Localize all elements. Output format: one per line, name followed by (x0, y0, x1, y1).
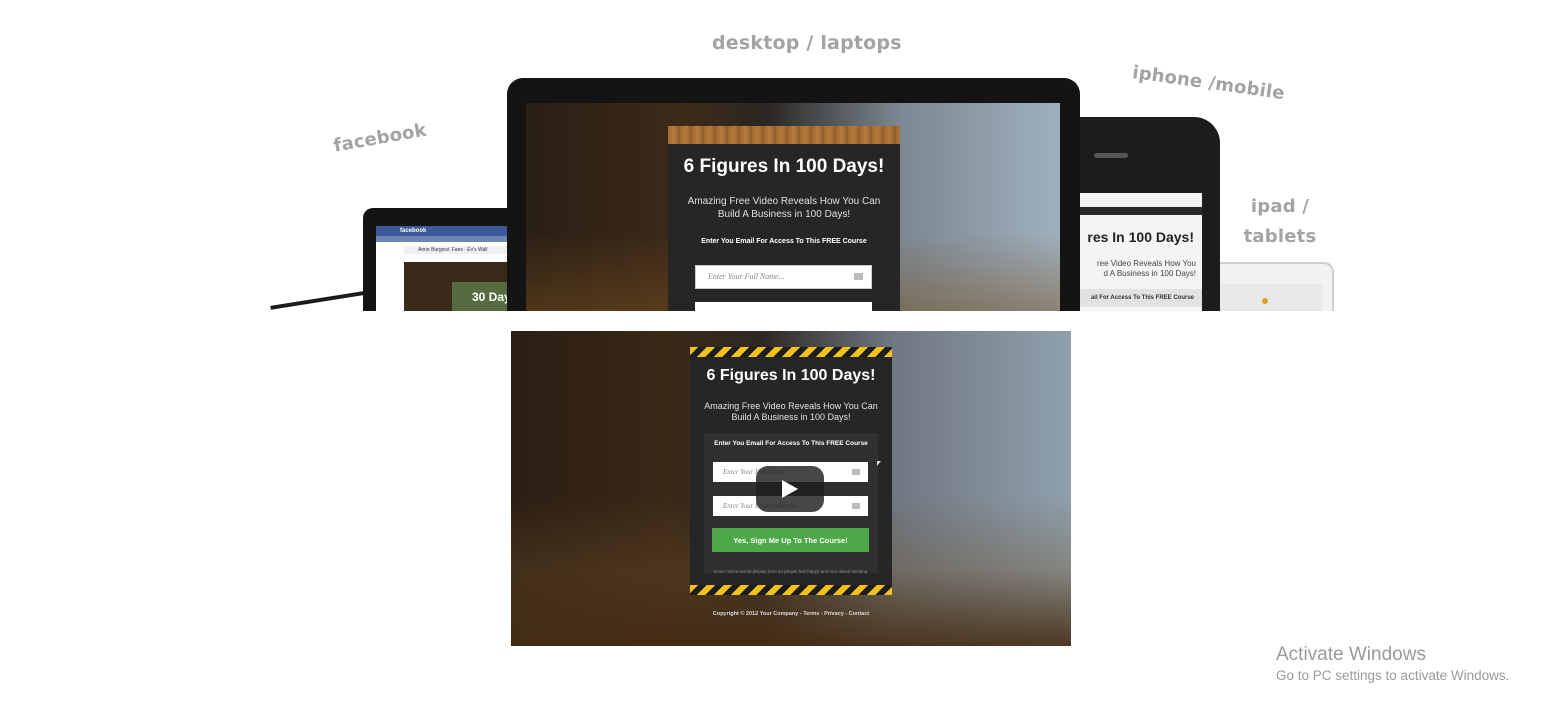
iphone-speaker (1094, 153, 1128, 158)
video-subhead: Amazing Free Video Reveals How You Can B… (704, 401, 878, 422)
desktop-headline: 6 Figures In 100 Days! (683, 156, 885, 177)
desktop-form-caption: Enter You Email For Access To This FREE … (701, 238, 867, 245)
envelope-icon (852, 503, 860, 509)
ipad-screen (1212, 284, 1322, 311)
facebook-subbar (376, 236, 516, 242)
facebook-topbar: facebook (376, 226, 516, 236)
iphone-screen: res In 100 Days! ree Video Reveals How Y… (1060, 193, 1202, 311)
laptop-base (270, 290, 370, 310)
desktop-subhead: Amazing Free Video Reveals How You Can B… (687, 196, 881, 220)
desktop-optin-board: 6 Figures In 100 Days! Amazing Free Vide… (668, 126, 900, 311)
watermark-subtitle: Go to PC settings to activate Windows. (1276, 668, 1510, 683)
wood-header (668, 126, 900, 144)
user-icon (854, 273, 863, 280)
video-player[interactable]: 6 Figures In 100 Days! Amazing Free Vide… (511, 331, 1071, 646)
desktop-email-field (695, 302, 872, 311)
form-caption: Enter You Email For Access To This FREE … (714, 440, 868, 447)
iphone-subhead: ree Video Reveals How You d A Business i… (1096, 259, 1196, 278)
iphone-form-caption: ail For Access To This FREE Course (1060, 289, 1202, 307)
desktop-name-field: Enter Your Full Name... (695, 265, 872, 289)
facebook-screen: facebook Anne Burgess' Fans · Ev's Wall … (376, 226, 516, 311)
copyright-footer: Copyright © 2012 Your Company - Terms - … (712, 611, 870, 617)
windows-activation-watermark: Activate Windows Go to PC settings to ac… (1276, 643, 1509, 685)
watermark-title: Activate Windows (1276, 644, 1426, 665)
device-mockups: res In 100 Days! ree Video Reveals How Y… (0, 0, 1566, 311)
hazard-stripe-top (690, 347, 892, 357)
desktop-name-placeholder: Enter Your Full Name... (708, 272, 785, 281)
mouse-cursor (877, 461, 881, 466)
small-print: Scam notice would display here so people… (713, 569, 869, 574)
play-icon (782, 480, 798, 498)
play-button[interactable] (756, 466, 824, 512)
user-icon (852, 469, 860, 475)
hazard-stripe-bottom (690, 585, 892, 595)
video-headline: 6 Figures In 100 Days! (706, 367, 876, 384)
signup-button[interactable]: Yes, Sign Me Up To The Course! (712, 528, 869, 552)
pin-icon (1262, 298, 1268, 304)
facebook-tab-row: Anne Burgess' Fans · Ev's Wall (404, 246, 514, 254)
iphone-headline: res In 100 Days! (1087, 229, 1194, 245)
iphone-header-band (1060, 207, 1202, 215)
